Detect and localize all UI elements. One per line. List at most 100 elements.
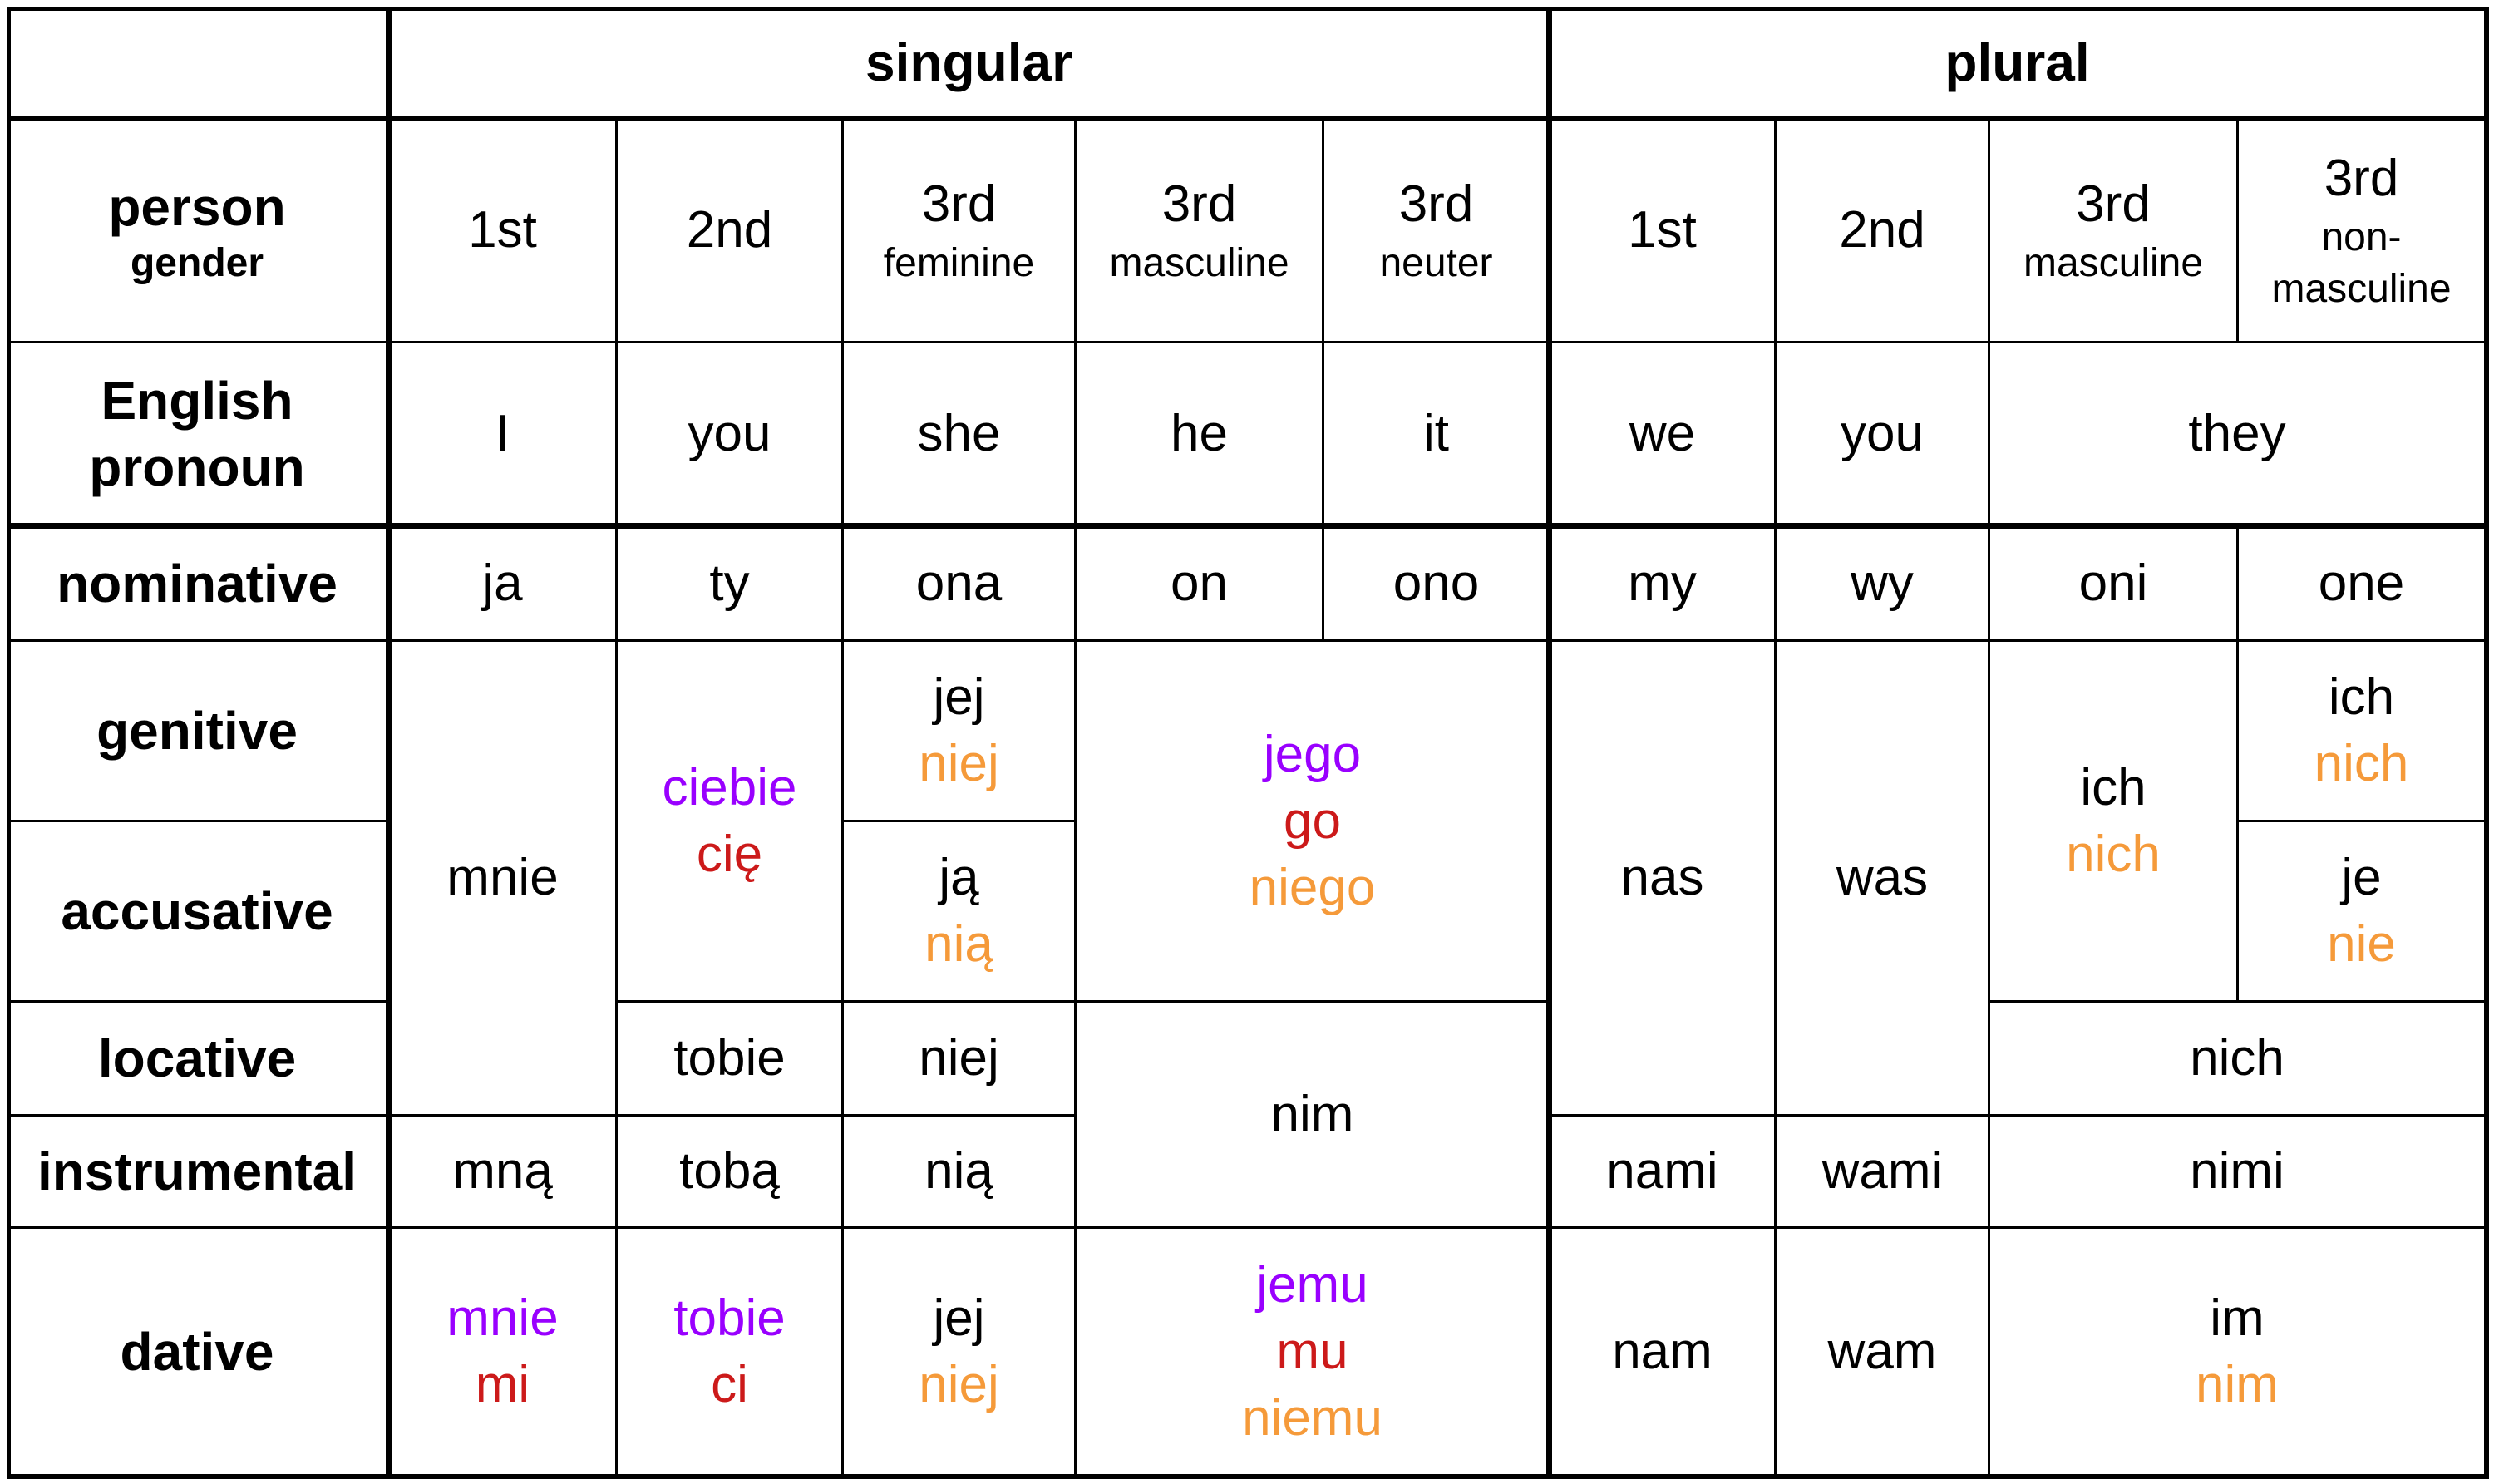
nom-sg1: ja [390,527,618,642]
pl1-dat: nam [1550,1229,1777,1477]
pronoun-label: pronoun [89,437,305,497]
english-sg3n: it [1324,343,1550,527]
long-form-text: jemu [1256,1255,1368,1314]
prepositional-form-text: nim [2196,1355,2279,1413]
prepositional-form-text: nie [2327,915,2396,973]
form-text: nami [1606,1142,1718,1200]
person-pl3m: 3rd masculine [1990,120,2239,343]
english-text: she [917,405,1001,462]
nom-pl3nm: one [2239,527,2487,642]
gender-text: feminine [883,241,1035,285]
person-sg3m: 3rd masculine [1077,120,1324,343]
short-form-text: go [1284,791,1341,850]
form-text: nią [924,1142,993,1200]
english-text: I [495,405,510,462]
singular-label: singular [865,32,1072,92]
nom-sg3n: ono [1324,527,1550,642]
form-text: wy [1851,554,1914,612]
gender-text: neuter [1379,241,1493,285]
header-singular: singular [390,7,1550,120]
sg3mn-gen-acc: jego go niego [1077,642,1550,1003]
short-form-text: mu [1276,1322,1348,1380]
sg2-gen-acc: ciebie cię [618,642,844,1003]
person-pl2: 2nd [1777,120,1990,343]
english-sg2: you [618,343,844,527]
english-text: you [1841,405,1924,462]
nom-pl2: wy [1777,527,1990,642]
pl2-ins: wami [1777,1117,1990,1229]
sg2-dat: tobie ci [618,1229,844,1477]
form-text: tobie [673,1029,786,1087]
english-label: English [101,371,293,431]
form-text: one [2318,554,2405,612]
form-text: wam [1827,1322,1937,1380]
accusative-label: accusative [61,881,333,941]
english-sg3f: she [844,343,1077,527]
pl2-dat: wam [1777,1229,1990,1477]
form-text: im [2210,1289,2265,1347]
person-text: 3rd [921,175,997,233]
person-sg3f: 3rd feminine [844,120,1077,343]
english-text: they [2188,405,2286,462]
form-text: mną [452,1142,553,1200]
gender-text: masculine [1109,241,1289,285]
person-text: 2nd [1839,201,1925,259]
dative-label: dative [120,1321,274,1382]
row-header-instrumental: instrumental [7,1117,390,1229]
person-sg2: 2nd [618,120,844,343]
person-sg3n: 3rd neuter [1324,120,1550,343]
person-text: 3rd [1161,175,1237,233]
short-form-text: cię [696,825,763,883]
pl3m-gen-acc: ich nich [1990,642,2239,1003]
prepositional-form-text: niej [919,735,999,792]
english-pl2: you [1777,343,1990,527]
row-header-genitive: genitive [7,642,390,822]
english-pl3: they [1990,343,2487,527]
sg3f-gen: jej niej [844,642,1077,822]
form-text: oni [2078,554,2148,612]
english-sg1: I [390,343,618,527]
plural-label: plural [1944,32,2090,92]
person-text: 3rd [2076,175,2151,233]
sg3f-acc: ją nią [844,822,1077,1003]
person-text: 2nd [686,201,773,259]
pl3nm-acc: je nie [2239,822,2487,1003]
genitive-label: genitive [96,701,298,761]
english-text: it [1423,405,1449,462]
short-form-text: ci [711,1355,748,1413]
gender-text: non- [2321,215,2402,259]
nom-sg3m: on [1077,527,1324,642]
person-text: 1st [1628,201,1697,259]
form-text: mnie [446,849,559,906]
instrumental-label: instrumental [37,1141,357,1201]
prepositional-form-text: nich [2066,825,2161,883]
nom-sg3f: ona [844,527,1077,642]
form-text: my [1628,554,1697,612]
form-text: niej [919,1029,999,1087]
form-text: jej [933,668,985,726]
corner-cell [7,7,390,120]
long-form-text: tobie [673,1289,786,1347]
locative-label: locative [97,1028,297,1088]
prepositional-form-text: niej [919,1355,999,1413]
long-form-text: mnie [446,1289,559,1347]
row-header-locative: locative [7,1003,390,1117]
person-text: 3rd [1398,175,1474,233]
form-text: ją [939,849,979,906]
person-pl3nm: 3rd non- masculine [2239,120,2487,343]
pl2-gen-acc-loc: was [1777,642,1990,1117]
row-header-english: English pronoun [7,343,390,527]
pl1-gen-acc-loc: nas [1550,642,1777,1117]
form-text: nich [2190,1029,2285,1087]
gender-label: gender [130,241,264,285]
form-text: wami [1821,1142,1943,1200]
sg2-loc: tobie [618,1003,844,1117]
form-text: nim [1270,1085,1354,1143]
sg3f-ins: nią [844,1117,1077,1229]
sg3mn-loc-ins: nim [1077,1003,1550,1229]
form-text: ich [2328,668,2395,726]
sg3mn-dat: jemu mu niemu [1077,1229,1550,1477]
row-header-nominative: nominative [7,527,390,642]
sg1-ins: mną [390,1117,618,1229]
english-pl1: we [1550,343,1777,527]
